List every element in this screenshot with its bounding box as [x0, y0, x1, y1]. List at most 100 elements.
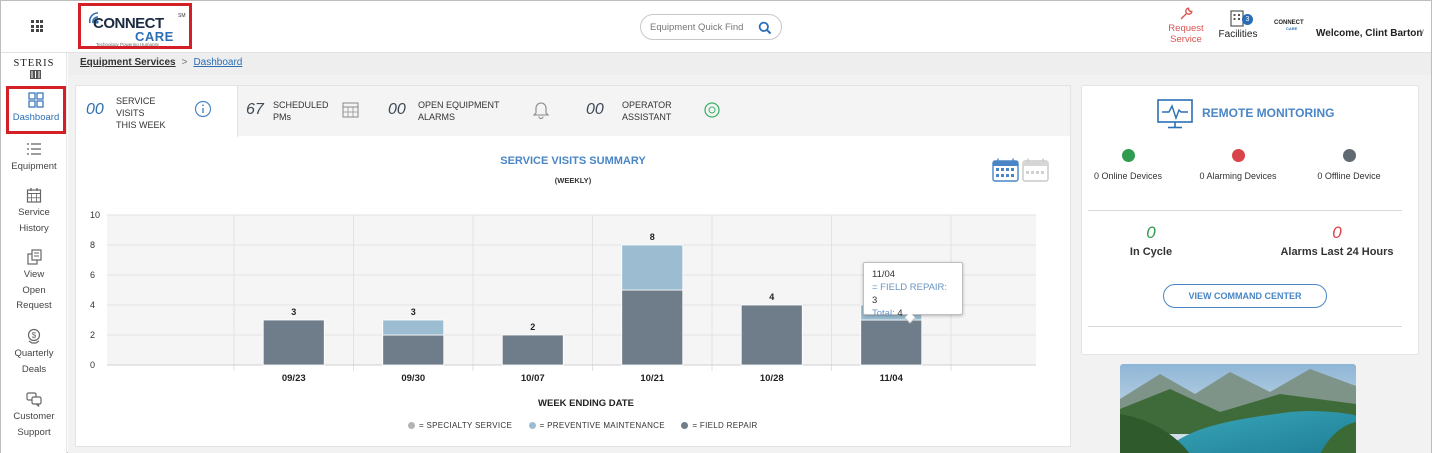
facilities-button[interactable]: 3 Facilities: [1215, 8, 1261, 40]
sidebar-item-quarterly-deals[interactable]: $ Quarterly Deals: [1, 328, 67, 377]
request-service-line2: Service: [1170, 34, 1202, 45]
bar-total-label: 8: [650, 232, 655, 242]
mini-logo-bottom: CARE: [1286, 26, 1298, 31]
chart-tooltip: 11/04 = FIELD REPAIR: 3 Total: 4: [863, 262, 963, 324]
breadcrumb-dashboard[interactable]: Dashboard: [193, 57, 242, 68]
alarming-status-dot: [1231, 149, 1245, 162]
breadcrumb-equipment-services[interactable]: Equipment Services: [80, 57, 176, 68]
steris-mark-icon: [30, 70, 41, 79]
y-tick-label: 0: [90, 360, 95, 370]
left-sidebar: STERIS Dashboard Equipment Service Histo…: [1, 53, 67, 453]
connectcare-logo[interactable]: CONNECT SM CARE Technology Powering Huma…: [78, 3, 192, 49]
sidebar-item-label: Request: [16, 300, 52, 311]
sidebar-item-label: Dashboard: [12, 112, 60, 123]
divider: [1088, 210, 1402, 211]
legend-item-preventive-maintenance[interactable]: = PREVENTIVE MAINTENANCE: [528, 421, 665, 430]
breadcrumb-separator: >: [181, 57, 188, 68]
bar-total-label: 4: [769, 292, 774, 302]
tooltip-series-label: = FIELD REPAIR:: [872, 282, 948, 293]
chevron-down-icon[interactable]: ∨: [1419, 27, 1425, 36]
breadcrumb: Equipment Services > Dashboard: [80, 57, 242, 68]
bar-field-repair[interactable]: [860, 319, 923, 366]
sidebar-item-label: Customer: [13, 411, 55, 422]
legend-dot: [681, 422, 689, 429]
legend-label: SPECIALTY SERVICE: [426, 421, 513, 430]
legend-dot: [528, 422, 536, 429]
legend-label: PREVENTIVE MAINTENANCE: [547, 421, 665, 430]
alarms-24h-label: Alarms Last 24 Hours: [1280, 246, 1394, 258]
facilities-count-badge: 3: [1242, 14, 1253, 25]
deals-icon: $: [27, 328, 41, 344]
y-tick-label: 8: [90, 240, 95, 250]
online-devices-label: 0 Online Devices: [1093, 171, 1163, 181]
user-welcome-menu[interactable]: Welcome, Clint Barton: [1316, 28, 1423, 39]
equipment-search-input[interactable]: Equipment Quick Find: [640, 14, 782, 40]
y-tick-label: 6: [90, 270, 95, 280]
facilities-label: Facilities: [1218, 29, 1258, 40]
x-axis-title: WEEK ENDING DATE: [538, 398, 634, 409]
bar-field-repair[interactable]: [262, 319, 325, 366]
offline-devices-label: 0 Offline Device: [1317, 171, 1381, 181]
legend-prefix: =: [419, 421, 424, 430]
chart-legend: = SPECIALTY SERVICE = PREVENTIVE MAINTEN…: [408, 421, 772, 430]
y-tick-label: 2: [90, 330, 95, 340]
legend-dot: [408, 422, 415, 429]
request-service-line1: Request: [1168, 23, 1204, 34]
sidebar-item-label: Deals: [21, 363, 47, 375]
dashboard-icon: [28, 92, 44, 108]
bar-field-repair[interactable]: [740, 304, 803, 366]
bar-total-label: 3: [411, 307, 416, 317]
offline-devices-status[interactable]: 0 Offline Device: [1294, 149, 1404, 181]
in-cycle-stat: 0 In Cycle: [1076, 223, 1226, 258]
view-command-center-button[interactable]: VIEW COMMAND CENTER: [1163, 284, 1327, 308]
monitor-pulse-icon: [1157, 99, 1193, 129]
bar-field-repair[interactable]: [621, 289, 684, 366]
bar-total-label: 3: [291, 307, 296, 317]
remote-monitoring-title: REMOTE MONITORING: [1202, 106, 1335, 120]
alarming-devices-status[interactable]: 0 Alarming Devices: [1183, 149, 1293, 181]
calendar-icon: [26, 188, 42, 203]
bar-field-repair[interactable]: [501, 334, 564, 366]
x-tick-label: 11/04: [880, 373, 904, 384]
logo-tagline: Technology Powering Humanity: [96, 42, 160, 47]
in-cycle-value: 0: [1146, 223, 1156, 242]
alarms-24h-value: 0: [1332, 223, 1342, 242]
sidebar-item-equipment[interactable]: Equipment: [1, 141, 67, 175]
x-tick-label: 09/30: [401, 373, 425, 384]
tooltip-series-value: 3: [872, 295, 878, 306]
legend-prefix: =: [692, 421, 698, 430]
promo-landscape-image[interactable]: [1120, 364, 1356, 453]
sidebar-item-dashboard[interactable]: Dashboard: [6, 86, 66, 134]
x-tick-label: 10/28: [760, 373, 784, 384]
bar-preventive-maintenance[interactable]: [621, 244, 684, 291]
sidebar-item-label: Service: [18, 207, 50, 218]
request-service-button[interactable]: Request Service: [1163, 6, 1209, 45]
tooltip-total-label: Total:: [872, 308, 895, 319]
legend-prefix: =: [539, 421, 545, 430]
wrench-icon: [1180, 7, 1193, 20]
breadcrumb-bar: Equipment Services > Dashboard: [68, 53, 1431, 75]
sidebar-item-view-open-request[interactable]: View Open Request: [1, 249, 67, 314]
connectcare-mini-logo: CONNECT CARE: [1272, 19, 1304, 32]
online-status-dot: [1121, 149, 1135, 162]
remote-monitoring-card: REMOTE MONITORING 0 Online Devices 0 Ala…: [1081, 85, 1419, 355]
in-cycle-label: In Cycle: [1129, 246, 1173, 258]
x-tick-label: 09/23: [282, 373, 306, 384]
legend-item-specialty-service[interactable]: = SPECIALTY SERVICE: [408, 421, 512, 430]
search-icon[interactable]: [758, 21, 772, 35]
open-request-icon: [27, 249, 42, 265]
bar-field-repair[interactable]: [382, 334, 445, 366]
alarms-24h-stat: 0 Alarms Last 24 Hours: [1262, 223, 1412, 258]
service-visits-bar-chart: 0246810309/23309/30210/07810/21410/28411…: [90, 210, 1036, 384]
legend-item-field-repair[interactable]: = FIELD REPAIR: [681, 421, 757, 430]
steris-brand: STERIS: [13, 58, 55, 69]
sidebar-item-label: History: [19, 222, 49, 234]
sidebar-item-label: View: [23, 269, 45, 280]
bar-preventive-maintenance[interactable]: [382, 319, 445, 336]
sidebar-item-service-history[interactable]: Service History: [1, 187, 67, 236]
app-grid-icon[interactable]: [31, 20, 43, 32]
sidebar-item-label: Support: [17, 426, 51, 438]
alarming-devices-label: 0 Alarming Devices: [1199, 171, 1277, 181]
sidebar-item-customer-support[interactable]: Customer Support: [1, 391, 67, 440]
online-devices-status[interactable]: 0 Online Devices: [1073, 149, 1183, 181]
